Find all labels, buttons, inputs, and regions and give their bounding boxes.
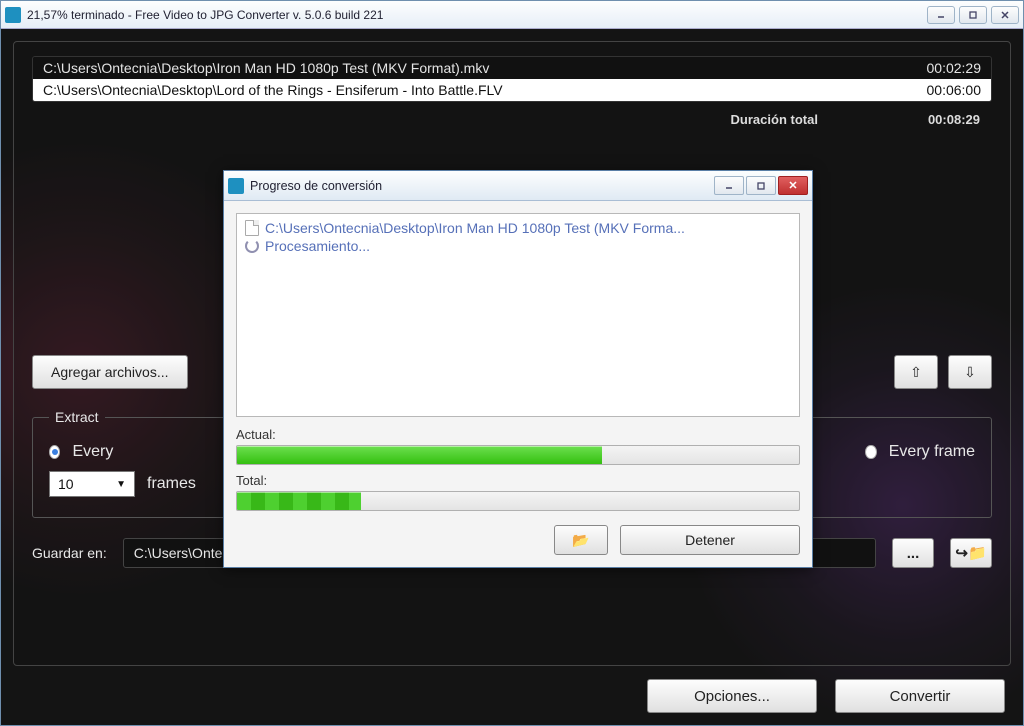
extract-legend: Extract <box>49 409 105 425</box>
progress-file-path: C:\Users\Ontecnia\Desktop\Iron Man HD 10… <box>265 220 685 236</box>
progress-status-item: Procesamiento... <box>245 238 791 254</box>
document-icon <box>245 220 259 236</box>
dialog-title: Progreso de conversión <box>250 179 714 193</box>
frames-label: frames <box>147 475 196 493</box>
every-frame-radio[interactable] <box>865 445 876 459</box>
total-duration-value: 00:08:29 <box>928 112 980 127</box>
options-button[interactable]: Opciones... <box>647 679 817 713</box>
frames-value: 10 <box>58 476 74 492</box>
move-down-button[interactable]: ⇩ <box>948 355 992 389</box>
every-label: Every <box>72 443 113 461</box>
actual-label: Actual: <box>236 427 800 442</box>
add-files-button[interactable]: Agregar archivos... <box>32 355 188 389</box>
browse-button[interactable]: ... <box>892 538 934 568</box>
chevron-down-icon: ▼ <box>116 479 126 490</box>
minimize-button[interactable] <box>927 6 955 24</box>
progress-file-item: C:\Users\Ontecnia\Desktop\Iron Man HD 10… <box>245 220 791 236</box>
file-row[interactable]: C:\Users\Ontecnia\Desktop\Iron Man HD 10… <box>33 57 991 79</box>
main-window: 21,57% terminado - Free Video to JPG Con… <box>0 0 1024 726</box>
frames-select[interactable]: 10 ▼ <box>49 471 135 497</box>
open-folder-button[interactable]: ↪📁 <box>950 538 992 568</box>
dialog-titlebar[interactable]: Progreso de conversión ✕ <box>224 171 812 201</box>
total-progress-fill <box>237 492 361 510</box>
progress-dialog: Progreso de conversión ✕ C:\Users\Ontecn… <box>223 170 813 568</box>
window-title: 21,57% terminado - Free Video to JPG Con… <box>27 8 927 22</box>
close-button[interactable] <box>991 6 1019 24</box>
every-n-radio[interactable] <box>49 445 60 459</box>
file-row[interactable]: C:\Users\Ontecnia\Desktop\Lord of the Ri… <box>33 79 991 101</box>
open-output-folder-button[interactable]: 📂 <box>554 525 608 555</box>
total-duration-label: Duración total <box>731 112 818 127</box>
dialog-minimize-button[interactable] <box>714 176 744 195</box>
actual-progress-fill <box>237 446 602 464</box>
dialog-maximize-button[interactable] <box>746 176 776 195</box>
total-progressbar <box>236 491 800 511</box>
move-up-button[interactable]: ⇧ <box>894 355 938 389</box>
progress-status: Procesamiento... <box>265 238 370 254</box>
file-duration: 00:02:29 <box>927 60 982 76</box>
titlebar[interactable]: 21,57% terminado - Free Video to JPG Con… <box>1 1 1023 29</box>
save-label: Guardar en: <box>32 545 107 561</box>
total-label: Total: <box>236 473 800 488</box>
actual-progressbar <box>236 445 800 465</box>
app-icon <box>5 7 21 23</box>
total-duration-row: Duración total 00:08:29 <box>32 102 992 127</box>
file-duration: 00:06:00 <box>927 82 982 98</box>
every-frame-label: Every frame <box>889 443 975 461</box>
client-area: C:\Users\Ontecnia\Desktop\Iron Man HD 10… <box>1 29 1023 725</box>
maximize-button[interactable] <box>959 6 987 24</box>
file-path: C:\Users\Ontecnia\Desktop\Iron Man HD 10… <box>43 60 489 76</box>
stop-button[interactable]: Detener <box>620 525 800 555</box>
app-icon <box>228 178 244 194</box>
file-list[interactable]: C:\Users\Ontecnia\Desktop\Iron Man HD 10… <box>32 56 992 102</box>
processing-icon <box>245 239 259 253</box>
convert-button[interactable]: Convertir <box>835 679 1005 713</box>
file-path: C:\Users\Ontecnia\Desktop\Lord of the Ri… <box>43 82 503 98</box>
progress-listbox[interactable]: C:\Users\Ontecnia\Desktop\Iron Man HD 10… <box>236 213 800 417</box>
dialog-close-button[interactable]: ✕ <box>778 176 808 195</box>
